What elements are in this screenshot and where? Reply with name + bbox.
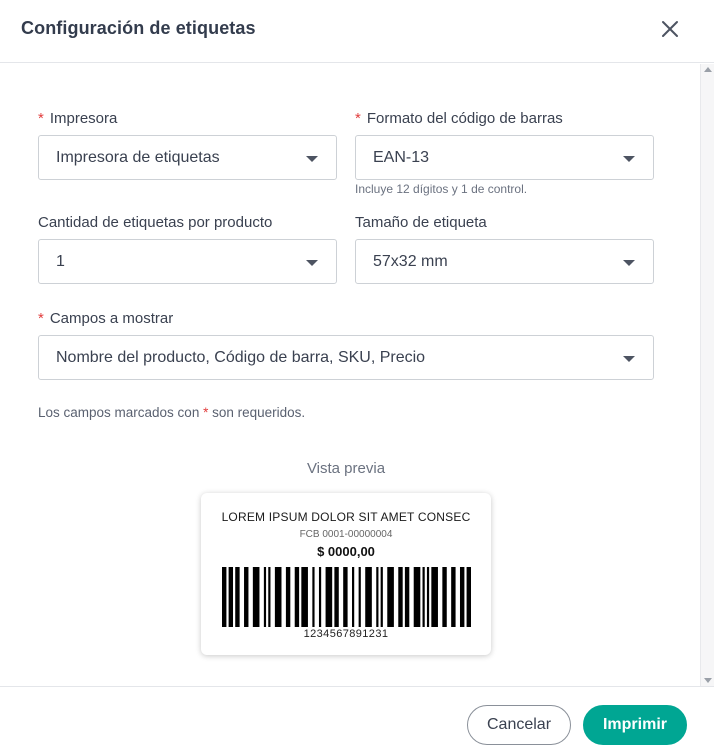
barcode-format-select[interactable]: EAN-13 xyxy=(355,135,654,180)
quantity-label: Cantidad de etiquetas por producto xyxy=(38,214,273,231)
fields-select-value: Nombre del producto, Código de barra, SK… xyxy=(56,349,426,366)
required-mark: * xyxy=(38,310,44,327)
chevron-down-icon xyxy=(623,260,635,266)
barcode-bar xyxy=(352,567,355,627)
chevron-down-icon xyxy=(306,260,318,266)
label-preview-card: LOREM IPSUM DOLOR SIT AMET CONSEC FCB 00… xyxy=(201,493,491,655)
barcode-bar xyxy=(285,567,291,627)
scroll-down-arrow-icon[interactable] xyxy=(704,678,712,683)
barcode-image xyxy=(222,567,471,627)
barcode-bar xyxy=(358,567,361,627)
barcode-bar xyxy=(301,567,308,627)
barcode-bar xyxy=(235,567,240,627)
quantity-select-value: 1 xyxy=(56,253,65,270)
barcode-bar xyxy=(343,567,348,627)
close-icon[interactable] xyxy=(656,15,684,43)
fields-label: * Campos a mostrar xyxy=(38,310,173,327)
scrollbar[interactable] xyxy=(700,64,714,686)
preview-product-name: LOREM IPSUM DOLOR SIT AMET CONSEC xyxy=(221,510,471,524)
barcode-bar xyxy=(413,567,421,627)
barcode-bar xyxy=(380,567,383,627)
barcode-bar xyxy=(459,567,465,627)
barcode-bar xyxy=(252,567,260,627)
barcode-bar xyxy=(422,567,425,627)
preview-title: Vista previa xyxy=(306,460,386,477)
barcode-bar xyxy=(274,567,282,627)
barcode-bar xyxy=(431,567,438,627)
barcode-bar xyxy=(404,567,410,627)
fields-label-text: Campos a mostrar xyxy=(49,310,174,327)
barcode-bar xyxy=(318,567,322,627)
barcode-bar xyxy=(398,567,403,627)
dialog-footer: Cancelar Imprimir xyxy=(0,686,714,754)
barcode-bar xyxy=(244,567,249,627)
preview-price: $ 0000,00 xyxy=(317,544,375,559)
fields-select[interactable]: Nombre del producto, Código de barra, SK… xyxy=(38,335,654,380)
barcode-bar xyxy=(268,567,271,627)
printer-select[interactable]: Impresora de etiquetas xyxy=(38,135,337,180)
barcode-bar xyxy=(222,567,227,627)
label-size-select[interactable]: 57x32 mm xyxy=(355,239,654,284)
barcode-bar xyxy=(451,567,456,627)
printer-label-text: Impresora xyxy=(49,110,118,127)
scroll-up-arrow-icon[interactable] xyxy=(704,67,712,72)
barcode-bar xyxy=(387,567,394,627)
dialog-title: Configuración de etiquetas xyxy=(21,18,256,38)
barcode-bar xyxy=(376,567,379,627)
printer-label: * Impresora xyxy=(38,110,117,127)
printer-select-value: Impresora de etiquetas xyxy=(56,149,220,166)
preview-sku: FCB 0001-00000004 xyxy=(299,529,393,540)
required-note-star: * xyxy=(203,405,209,420)
barcode-bar xyxy=(294,567,300,627)
barcode-format-label-text: Formato del código de barras xyxy=(366,110,563,127)
quantity-select[interactable]: 1 xyxy=(38,239,337,284)
cancel-button[interactable]: Cancelar xyxy=(467,705,571,745)
required-mark: * xyxy=(38,110,44,127)
label-config-dialog: Configuración de etiquetas * Impresora Im… xyxy=(0,0,714,754)
barcode-bar xyxy=(426,567,430,627)
label-size-label: Tamaño de etiqueta xyxy=(355,214,487,231)
dialog-header: Configuración de etiquetas xyxy=(0,0,714,63)
barcode-format-hint: Incluye 12 dígitos y 1 de control. xyxy=(355,182,528,196)
barcode-bar xyxy=(365,567,372,627)
barcode-format-label: * Formato del código de barras xyxy=(355,110,563,127)
barcode-bar xyxy=(442,567,447,627)
print-button[interactable]: Imprimir xyxy=(583,705,687,745)
required-mark: * xyxy=(355,110,361,127)
required-fields-note: Los campos marcados con * son requeridos… xyxy=(38,405,305,420)
barcode-bar xyxy=(312,567,315,627)
chevron-down-icon xyxy=(623,156,635,162)
dialog-body: * Impresora Impresora de etiquetas * Forma… xyxy=(0,64,702,686)
barcode-bar xyxy=(334,567,339,627)
required-note-suffix: son requeridos. xyxy=(212,405,306,420)
chevron-down-icon xyxy=(623,356,635,362)
label-size-select-value: 57x32 mm xyxy=(373,253,448,270)
required-note-prefix: Los campos marcados con xyxy=(38,405,200,420)
chevron-down-icon xyxy=(306,156,318,162)
barcode-format-select-value: EAN-13 xyxy=(373,149,430,166)
barcode-bar xyxy=(228,567,234,627)
barcode-bar xyxy=(325,567,333,627)
barcode-bar xyxy=(466,567,471,627)
preview-barcode-number: 1234567891231 xyxy=(303,628,389,640)
barcode-bar xyxy=(263,567,267,627)
